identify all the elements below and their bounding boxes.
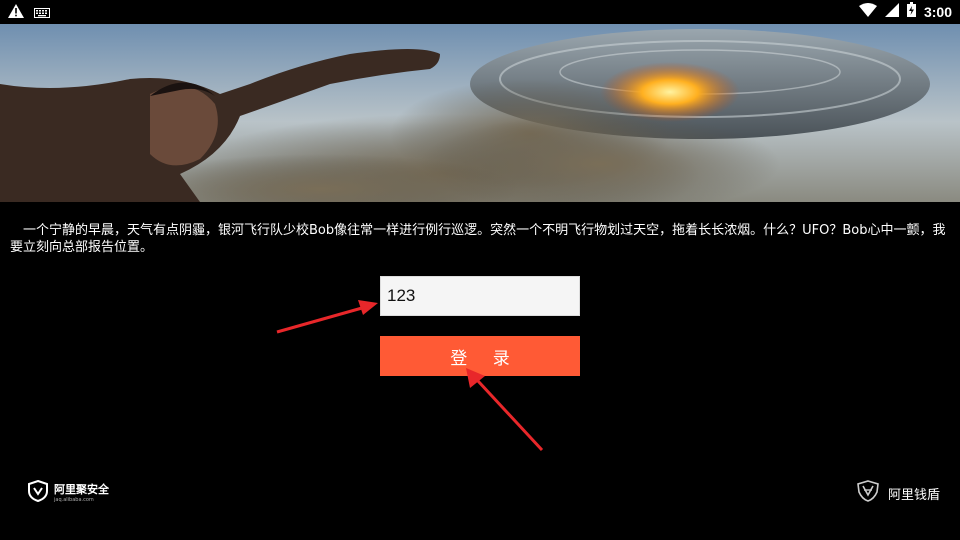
shield-icon — [28, 479, 48, 506]
code-input[interactable] — [380, 276, 580, 316]
right-brand-name: 阿里钱盾 — [887, 487, 940, 503]
status-time: 3:00 — [923, 3, 952, 20]
keyboard-icon — [34, 3, 50, 22]
warning-icon — [8, 3, 24, 22]
arrow-to-input — [276, 300, 378, 334]
signal-icon — [884, 2, 899, 21]
login-button[interactable]: 登 录 — [380, 336, 580, 376]
left-brand-url: jaq.alibaba.com — [54, 496, 94, 503]
battery-icon — [906, 2, 916, 21]
left-brand-name: 阿里聚安全 — [54, 482, 109, 496]
qiandun-logo: 阿里钱盾 — [856, 480, 940, 506]
story-text: 一个宁静的早晨，天气有点阴霾，银河飞行队少校Bob像往常一样进行例行巡逻。突然一… — [10, 223, 946, 255]
status-right: 3:00 — [858, 2, 952, 21]
jaq-logo: 阿里聚安全 jaq.alibaba.com — [28, 479, 109, 506]
qiandun-shield-icon — [856, 480, 880, 506]
wifi-icon — [858, 2, 877, 21]
arrow-to-button — [466, 368, 544, 452]
status-bar: 3:00 — [0, 0, 960, 24]
banner-image — [0, 24, 960, 202]
status-left — [8, 3, 50, 22]
